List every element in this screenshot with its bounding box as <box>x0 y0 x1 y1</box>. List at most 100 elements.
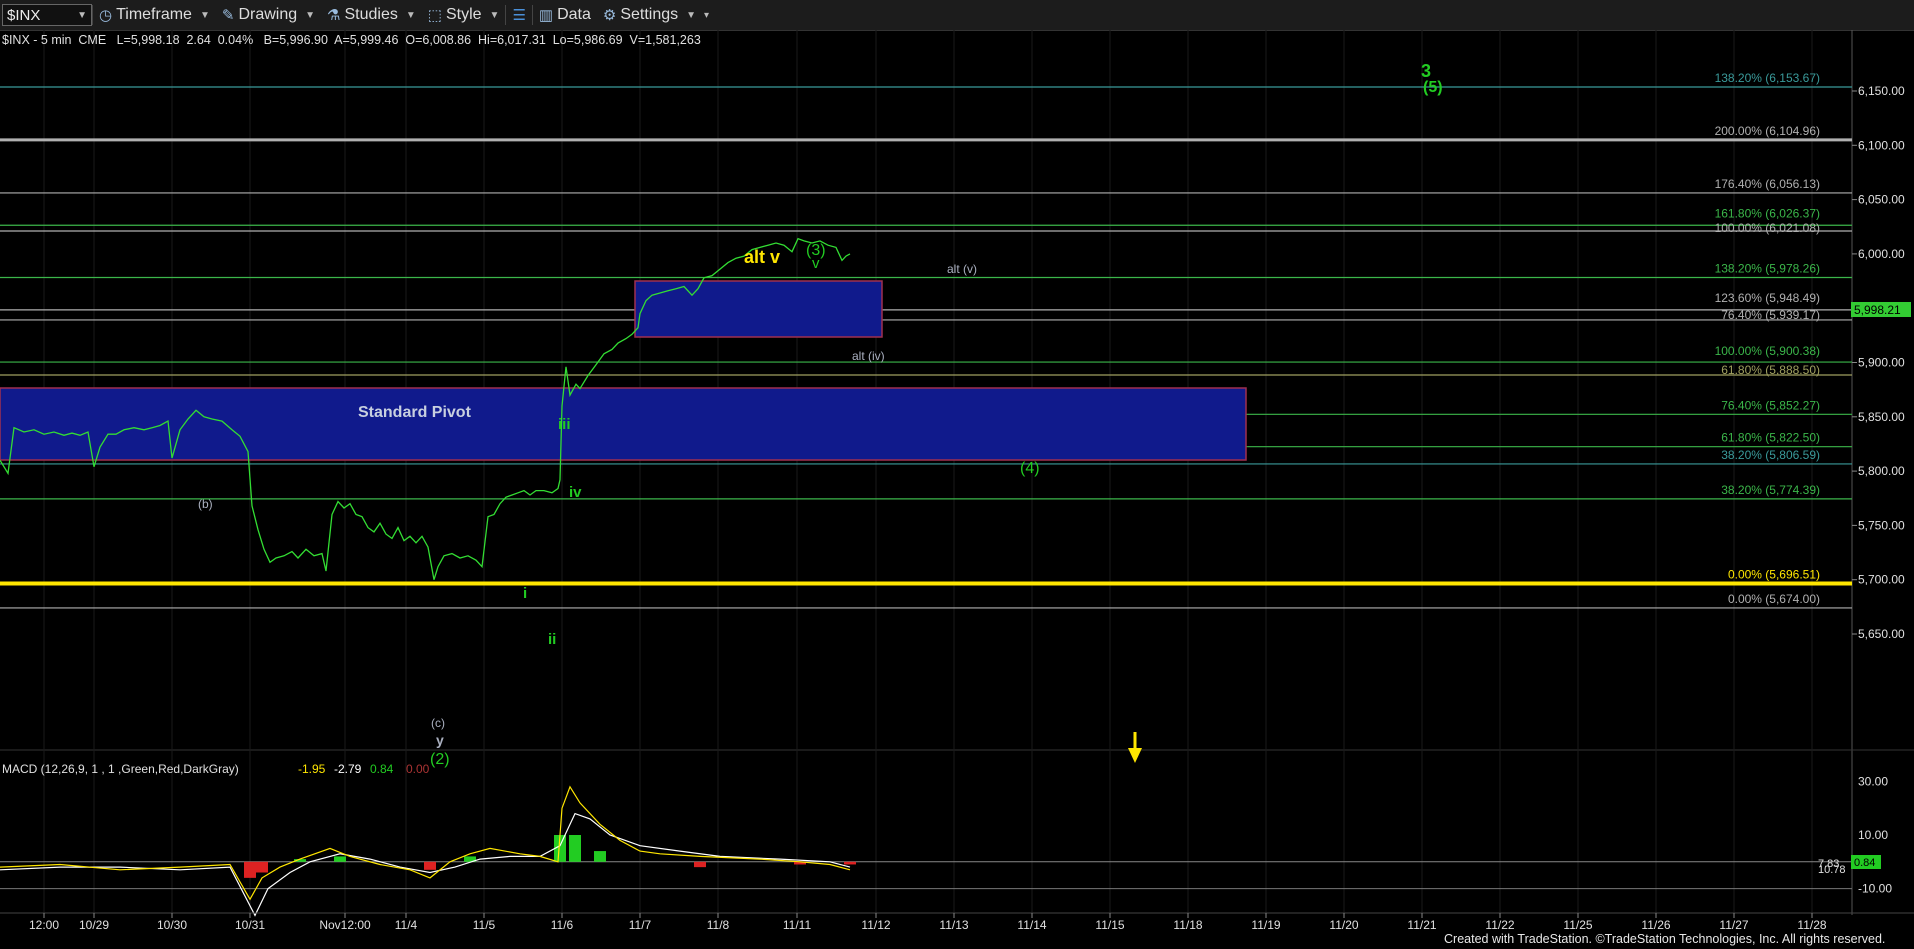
wave-label: iii <box>558 416 571 433</box>
price-tick-label: 5,750.00 <box>1858 518 1905 532</box>
time-tick-label: 11/5 <box>473 918 496 932</box>
price-chart[interactable]: Standard Pivot 138.20% (6,153.67) 200.00%… <box>0 30 1914 949</box>
price-axis[interactable]: 6,150.006,100.006,050.006,000.005,950.00… <box>1852 84 1905 641</box>
time-tick-label: 11/25 <box>1563 918 1592 932</box>
macd-tick-label: 30.00 <box>1858 774 1888 788</box>
macd-histogram-bar <box>256 861 268 873</box>
time-tick-label: 11/8 <box>707 918 730 932</box>
macd-tick-label: -10.00 <box>1858 882 1892 896</box>
time-tick-label: 11/27 <box>1719 918 1748 932</box>
fib-label: 138.20% (5,978.26) <box>1715 262 1820 276</box>
fib-label: 38.20% (5,774.39) <box>1721 483 1820 497</box>
time-tick-label: 11/28 <box>1797 918 1826 932</box>
time-tick-label: Nov12:00 <box>319 918 371 932</box>
settings-button[interactable]: ⚙ Settings ▼ ▾ <box>597 0 715 30</box>
gear-icon: ⚙ <box>602 7 617 24</box>
fib-label: 176.40% (6,056.13) <box>1715 177 1820 191</box>
macd-histogram-bar <box>424 861 436 870</box>
fib-label: 200.00% (6,104.96) <box>1715 124 1820 138</box>
quote-line: $INX - 5 min CME L=5,998.18 2.64 0.04% B… <box>2 33 701 47</box>
wave-label: (b) <box>198 497 213 511</box>
fib-label: 100.00% (6,021.08) <box>1715 221 1820 235</box>
macd-value: -1.95 <box>298 762 326 776</box>
macd-values: -1.95 -2.79 0.84 0.00 <box>298 762 430 776</box>
time-tick-label: 11/18 <box>1173 918 1202 932</box>
data-label: Data <box>557 6 591 23</box>
studies-button[interactable]: ⚗ Studies ▼ <box>321 0 422 30</box>
flask-icon: ⚗ <box>327 7 341 24</box>
tradestation-chart-window: $INX ▼ ◷ Timeframe ▼ ✎ Drawing ▼ ⚗ Studies ▼ ⬚ S… <box>0 0 1914 949</box>
time-tick-label: 11/4 <box>395 918 418 932</box>
time-tick-label: 11/22 <box>1485 918 1514 932</box>
down-arrow <box>1128 732 1142 763</box>
chevron-down-icon: ▼ <box>489 9 500 21</box>
price-tick-label: 5,650.00 <box>1858 627 1905 641</box>
layout-icon: ☰ <box>512 7 526 24</box>
wave-label: ii <box>548 631 556 648</box>
style-button[interactable]: ⬚ Style ▼ <box>422 0 506 30</box>
wave-label: (4) <box>1020 460 1040 477</box>
symbol-input[interactable]: $INX ▼ <box>2 4 92 26</box>
time-tick-label: 10/31 <box>235 918 265 932</box>
chevron-down-icon: ▼ <box>405 9 416 21</box>
time-tick-label: 11/13 <box>939 918 968 932</box>
time-tick-label: 11/26 <box>1641 918 1670 932</box>
price-tick-label: 6,150.00 <box>1858 84 1905 98</box>
symbol-text: $INX <box>7 6 41 24</box>
data-button[interactable]: ▥ Data <box>533 0 597 30</box>
macd-histogram-bar <box>569 835 581 862</box>
wave-label: alt (iv) <box>852 349 885 363</box>
fib-label: 0.00% (5,696.51) <box>1728 567 1820 581</box>
fib-label: 76.40% (5,852.27) <box>1721 398 1820 412</box>
wave-label: (5) <box>1423 79 1443 96</box>
macd-last-label: 0.84 <box>1854 857 1875 869</box>
price-tick-label: 5,900.00 <box>1858 356 1905 370</box>
wave-label: v <box>812 255 820 272</box>
pivot-label: Standard Pivot <box>358 404 472 421</box>
price-tick-label: 6,100.00 <box>1858 138 1905 152</box>
fib-label: 61.80% (5,822.50) <box>1721 431 1820 445</box>
drawing-button[interactable]: ✎ Drawing ▼ <box>216 0 321 30</box>
time-tick-label: 11/21 <box>1407 918 1436 932</box>
fib-label: 76.40% (5,939.17) <box>1721 308 1820 322</box>
chart-toolbar: $INX ▼ ◷ Timeframe ▼ ✎ Drawing ▼ ⚗ Studies ▼ ⬚ S… <box>0 0 1914 31</box>
price-tick-label: 5,700.00 <box>1858 573 1905 587</box>
time-tick-label: 11/6 <box>551 918 574 932</box>
fibonacci-levels <box>0 86 1852 609</box>
price-tick-label: 5,850.00 <box>1858 410 1905 424</box>
fib-label: 123.60% (5,948.49) <box>1715 291 1820 305</box>
time-axis[interactable]: 12:00 10/29 10/30 10/31 Nov12:00 11/4 11/5 11/6… <box>0 912 1914 932</box>
fib-label: 100.00% (5,900.38) <box>1715 344 1820 358</box>
pencil-icon: ✎ <box>221 7 235 24</box>
time-tick-label: 10/30 <box>157 918 187 932</box>
fib-label: 161.80% (6,026.37) <box>1715 206 1820 220</box>
more-icon: ▾ <box>704 9 710 21</box>
chevron-down-icon: ▼ <box>199 9 210 21</box>
last-price-marker: 5,998.21 <box>1851 302 1911 317</box>
macd-last-label: 10.78 <box>1818 864 1846 876</box>
wave-label: i <box>523 585 527 602</box>
macd-line <box>0 785 851 901</box>
macd-value: 0.84 <box>370 762 394 776</box>
fibonacci-labels: 138.20% (6,153.67) 200.00% (6,104.96) 176.… <box>1715 71 1820 606</box>
macd-value: 0.00 <box>406 762 430 776</box>
price-tick-label: 6,000.00 <box>1858 247 1905 261</box>
macd-label: MACD (12,26,9, 1 , 1 ,Green,Red,DarkGray… <box>2 762 239 776</box>
macd-panel: 30.0010.00-10.007.83 0.8410.78 <box>0 774 1892 917</box>
wave-label: (2) <box>430 751 450 768</box>
timeframe-button[interactable]: ◷ Timeframe ▼ <box>93 0 216 30</box>
standard-pivot-box <box>0 387 1247 461</box>
chevron-down-icon[interactable]: ▼ <box>77 10 87 21</box>
wave-label: iv <box>569 484 582 501</box>
time-tick-label: 11/19 <box>1251 918 1280 932</box>
time-tick-label: 11/7 <box>629 918 652 932</box>
wave-label: alt (v) <box>947 262 977 276</box>
macd-histogram-bar <box>594 851 606 862</box>
price-tick-label: 6,050.00 <box>1858 193 1905 207</box>
wave-label: 3 <box>1421 61 1431 81</box>
macd-histogram-bar <box>844 861 856 865</box>
wave-label: alt v <box>744 247 780 267</box>
layout-button[interactable]: ☰ <box>506 0 531 30</box>
price-tick-label: 5,800.00 <box>1858 464 1905 478</box>
time-tick-label: 11/11 <box>783 918 812 932</box>
